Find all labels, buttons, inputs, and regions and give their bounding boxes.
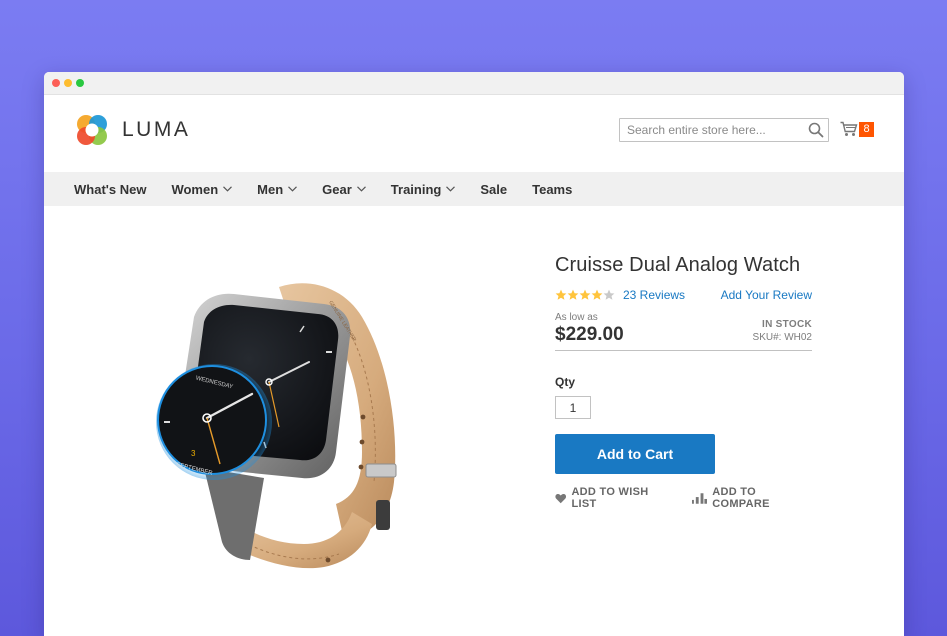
compare-icon <box>691 492 708 504</box>
add-to-wishlist-link[interactable]: ADD TO WISH LIST <box>555 486 672 510</box>
nav-item-label: Men <box>257 181 284 197</box>
minicart-button[interactable]: 8 <box>840 121 874 137</box>
nav-item-teams[interactable]: Teams <box>532 182 572 197</box>
nav-item-label: Teams <box>532 181 573 197</box>
product-price: $229.00 <box>555 324 624 345</box>
price-prefix: As low as <box>555 312 598 323</box>
browser-window: LUMA 8 What's New Women Men <box>44 72 904 636</box>
product-sku: SKU#: WH02 <box>752 332 812 343</box>
star-icon <box>591 289 603 300</box>
product-image[interactable]: WEDNESDAY 3 SEPTEMBER GENUINE LEATHER <box>104 242 424 582</box>
product-social-links: ADD TO WISH LIST ADD TO COMPARE <box>555 486 812 510</box>
nav-item-sale[interactable]: Sale <box>480 182 507 197</box>
luma-logo-icon <box>77 115 107 145</box>
nav-item-label: Sale <box>480 181 508 197</box>
add-to-compare-link[interactable]: ADD TO COMPARE <box>691 486 812 510</box>
qty-label: Qty <box>555 375 576 389</box>
nav-item-label: Training <box>390 181 442 197</box>
cart-count-badge: 8 <box>859 121 874 137</box>
chevron-down-icon <box>223 186 233 192</box>
star-icon <box>579 289 591 300</box>
chevron-down-icon <box>446 186 456 192</box>
nav-item-label: What's New <box>74 181 147 197</box>
add-to-cart-button[interactable]: Add to Cart <box>555 434 715 474</box>
stock-status: IN STOCK <box>762 319 812 330</box>
nav-item-whats-new[interactable]: What's New <box>74 182 146 197</box>
star-icon <box>603 289 615 300</box>
site-header: LUMA 8 <box>44 95 904 172</box>
nav-item-label: Gear <box>322 181 352 197</box>
rating-summary: 23 Reviews Add Your Review <box>555 287 812 303</box>
product-title: Cruisse Dual Analog Watch <box>555 254 801 276</box>
brand-name: LUMA <box>122 118 191 141</box>
star-icon <box>567 289 579 300</box>
wishlist-label: ADD TO WISH LIST <box>571 486 649 510</box>
nav-item-women[interactable]: Women <box>171 181 233 197</box>
chevron-down-icon <box>288 186 298 192</box>
price-box: As low as $229.00 IN STOCK SKU#: WH02 <box>555 312 812 351</box>
nav-item-training[interactable]: Training <box>391 182 456 197</box>
add-review-link[interactable]: Add Your Review <box>721 288 812 302</box>
chevron-down-icon <box>356 186 366 192</box>
heart-icon <box>555 493 567 503</box>
minimize-window-dot[interactable] <box>64 79 72 87</box>
maximize-window-dot[interactable] <box>76 79 84 87</box>
window-titlebar <box>44 72 904 95</box>
site-logo[interactable]: LUMA <box>74 112 190 148</box>
qty-input[interactable] <box>555 396 591 419</box>
search-icon[interactable] <box>808 122 824 138</box>
close-window-dot[interactable] <box>52 79 60 87</box>
main-navigation: What's New Women Men Gear Training Sale … <box>44 172 904 206</box>
nav-item-men[interactable]: Men <box>257 181 298 197</box>
rating-stars <box>555 289 615 301</box>
nav-item-label: Women <box>171 181 219 197</box>
star-icon <box>555 289 567 300</box>
watch-date-label: 3 <box>191 449 196 458</box>
reviews-link[interactable]: 23 Reviews <box>623 288 685 302</box>
nav-item-gear[interactable]: Gear <box>322 182 366 197</box>
product-info: Cruisse Dual Analog Watch 23 Reviews Add… <box>555 252 812 510</box>
cart-icon <box>840 121 858 136</box>
search-input[interactable] <box>619 118 829 142</box>
compare-label: ADD TO COMPARE <box>712 486 770 510</box>
